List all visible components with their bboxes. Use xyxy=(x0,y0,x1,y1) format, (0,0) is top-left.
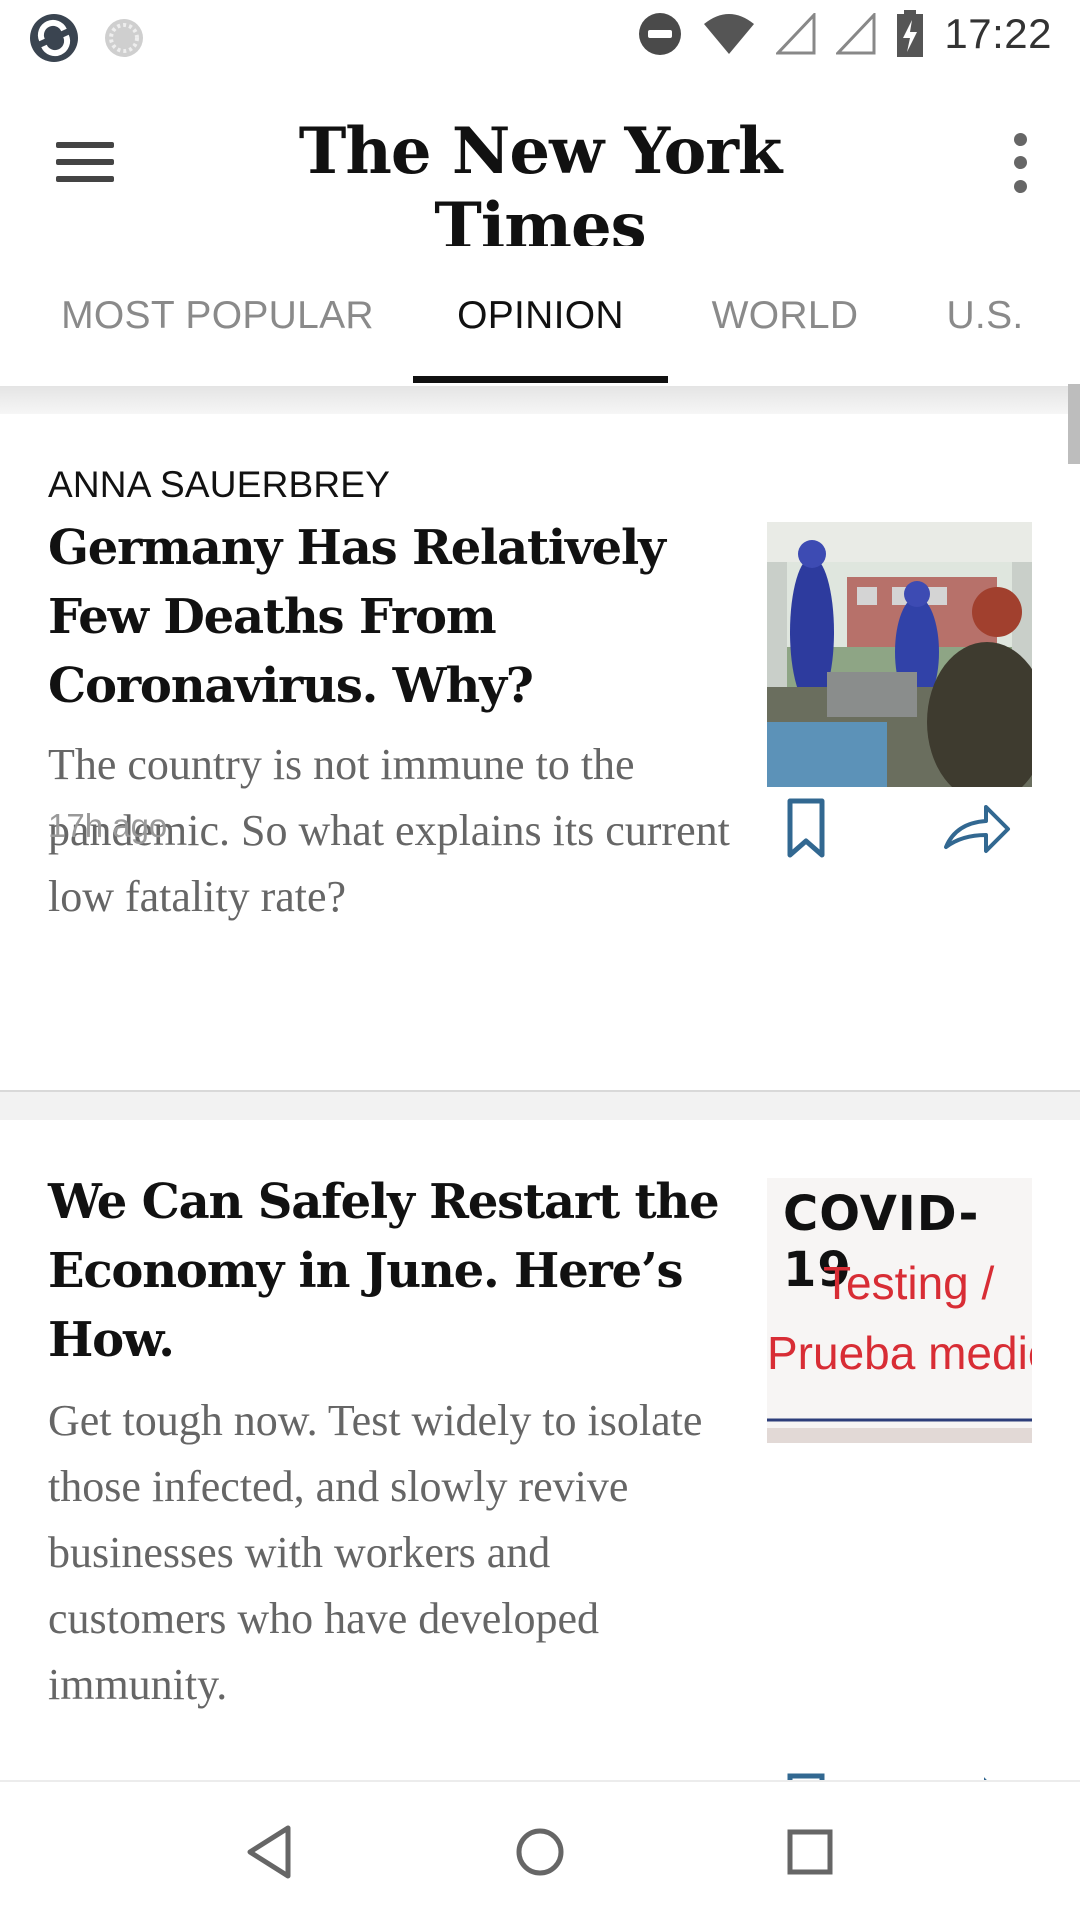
bookmark-icon[interactable] xyxy=(782,1772,830,1780)
sync-app-icon xyxy=(30,14,78,62)
status-bar-right: 17:22 xyxy=(638,10,1052,58)
card-divider xyxy=(0,1090,1080,1120)
bookmark-icon[interactable] xyxy=(782,797,830,861)
article-card[interactable]: We Can Safely Restart the Economy in Jun… xyxy=(0,1120,1080,1780)
home-icon[interactable] xyxy=(500,1812,580,1892)
share-icon[interactable] xyxy=(942,797,1012,861)
article-card[interactable]: ANNA SAUERBREY Germany Has Relatively Fe… xyxy=(0,414,1080,1090)
wifi-icon xyxy=(704,14,755,54)
more-vert-icon[interactable] xyxy=(1000,128,1040,198)
do-not-disturb-icon xyxy=(639,13,682,55)
signal-icon xyxy=(836,13,876,55)
status-time: 17:22 xyxy=(944,10,1052,57)
system-nav-bar xyxy=(0,1780,1080,1920)
article-thumbnail[interactable]: COVID-19 Testing / Prueba medica xyxy=(767,1178,1032,1443)
article-byline: ANNA SAUERBREY xyxy=(48,464,391,505)
article-timestamp: 17h ago xyxy=(48,807,168,844)
article-summary: Get tough now. Test widely to isolate th… xyxy=(48,1396,703,1709)
hamburger-menu-icon[interactable] xyxy=(50,132,120,192)
article-headline[interactable]: We Can Safely Restart the Economy in Jun… xyxy=(48,1168,728,1375)
tabs-shadow xyxy=(0,386,1080,414)
image-sign-line1: Testing / xyxy=(823,1257,995,1309)
masthead-logo: The New York Times xyxy=(298,114,783,264)
share-icon[interactable] xyxy=(942,1772,1012,1780)
image-sign-line2: Prueba medica xyxy=(767,1327,1032,1379)
tab-world[interactable]: WORLD xyxy=(690,246,880,386)
status-bar: 17:22 xyxy=(0,0,1080,76)
status-bar-left xyxy=(28,12,146,64)
loading-app-icon xyxy=(105,19,143,57)
scrollbar[interactable] xyxy=(1068,384,1080,464)
signal-icon xyxy=(776,13,816,55)
tab-most-popular[interactable]: MOST POPULAR xyxy=(40,246,395,386)
article-thumbnail[interactable] xyxy=(767,522,1032,787)
recents-icon[interactable] xyxy=(770,1812,850,1892)
section-tabs: MOST POPULAR OPINION WORLD U.S. xyxy=(0,246,1080,386)
article-headline[interactable]: Germany Has Relatively Few Deaths From C… xyxy=(48,514,728,721)
tab-us[interactable]: U.S. xyxy=(920,246,1050,386)
tab-opinion[interactable]: OPINION xyxy=(413,246,668,386)
tab-active-indicator xyxy=(413,376,668,383)
battery-charging-icon xyxy=(897,10,924,57)
back-icon[interactable] xyxy=(230,1812,310,1892)
app-bar: The New York Times xyxy=(0,76,1080,264)
